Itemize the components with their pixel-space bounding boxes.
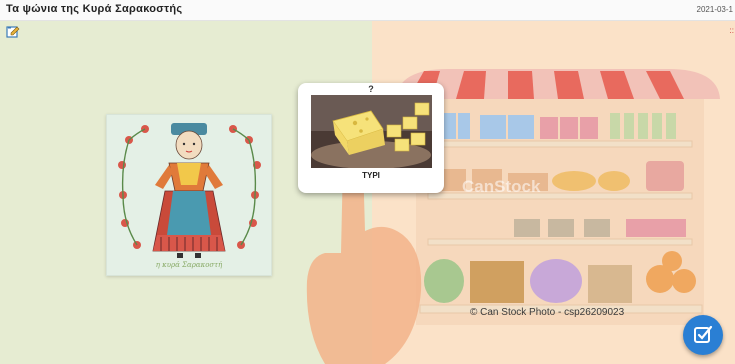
doll-caption: η κυρά Σαρακοστή bbox=[155, 261, 223, 269]
activity-title: Τα ψώνια της Κυρά Σαρακοστής bbox=[6, 3, 183, 15]
check-answer-button[interactable] bbox=[683, 315, 723, 355]
corner-marker: :: bbox=[729, 26, 734, 35]
photo-watermark: © Can Stock Photo - csp26209023 bbox=[470, 307, 625, 318]
edit-help-icon[interactable] bbox=[6, 25, 20, 38]
item-card[interactable]: ? ΤΥΡΙ bbox=[298, 83, 444, 193]
title-bar: Τα ψώνια της Κυρά Σαρακοστής 2021-03-1 bbox=[0, 0, 735, 21]
kyra-sarakosti-card: η κυρά Σαρακοστή bbox=[106, 114, 272, 276]
question-mark: ? bbox=[368, 84, 374, 94]
check-edit-icon bbox=[694, 325, 713, 343]
activity-stage: :: η κυρά Σαρακοστή CanStock © Can Stock… bbox=[0, 21, 735, 364]
cheese-image bbox=[311, 95, 432, 168]
center-watermark: CanStock bbox=[462, 177, 541, 196]
date-label: 2021-03-1 bbox=[696, 5, 733, 14]
kyra-sarakosti-illustration bbox=[118, 123, 261, 258]
item-label: ΤΥΡΙ bbox=[362, 171, 380, 180]
